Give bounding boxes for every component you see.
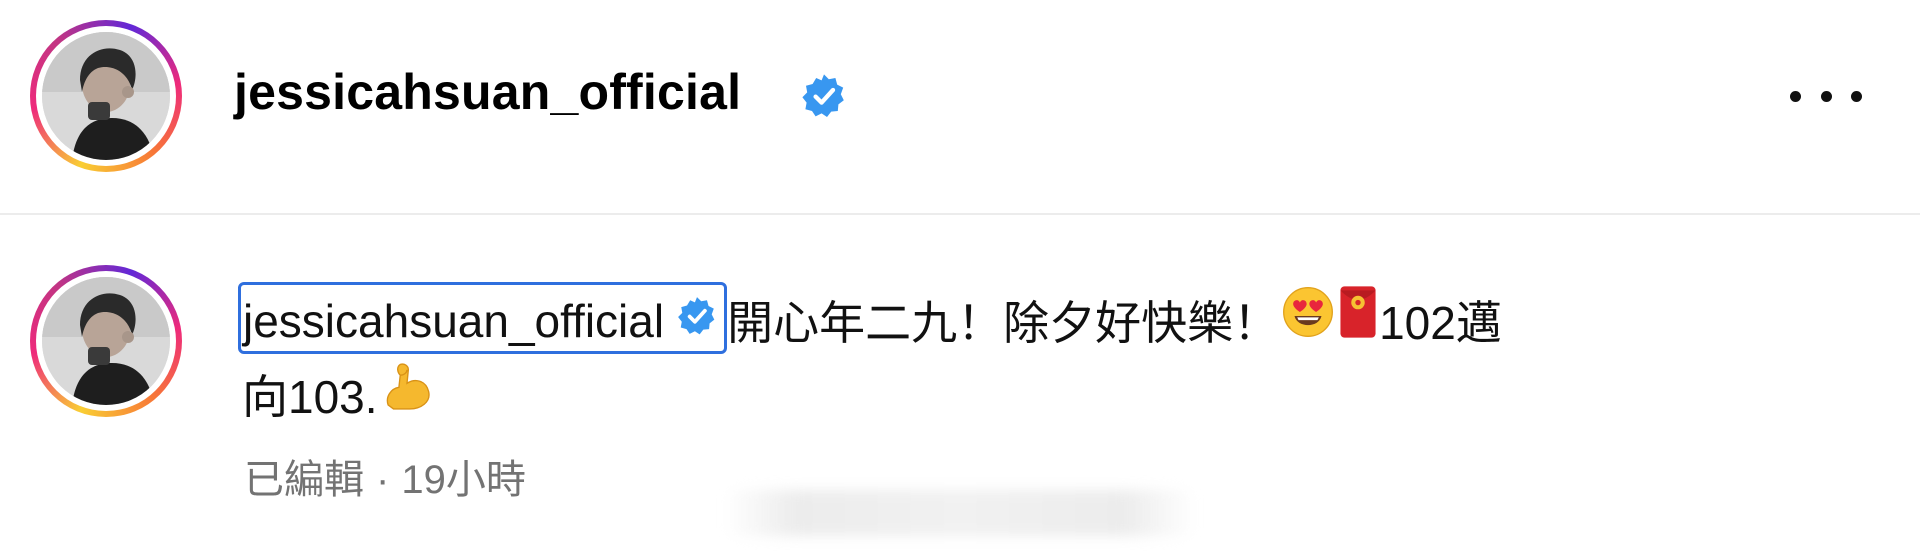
caption-text-1-tail: 102邁 xyxy=(1379,296,1502,349)
caption-author-avatar[interactable] xyxy=(30,265,182,417)
caption-line-2: 向103. xyxy=(242,356,1802,430)
blurred-watermark xyxy=(725,490,1195,536)
verified-badge-icon xyxy=(676,289,718,353)
verified-badge-icon xyxy=(800,72,848,125)
meta-separator: · xyxy=(376,458,390,502)
avatar-photo xyxy=(42,277,170,405)
caption-author-link[interactable]: jessicahsuan_official xyxy=(238,282,728,354)
post-meta: 已編輯 · 19小時 xyxy=(244,450,526,510)
caption-text-1: 開心年二九！除夕好快樂！ xyxy=(727,296,1280,349)
header-username[interactable]: jessicahsuan_official xyxy=(234,62,741,122)
caption-line-1: jessicahsuan_official 開心年二九！除夕好快樂！ 102邁 xyxy=(238,282,1802,356)
red-envelope-icon xyxy=(1339,285,1377,360)
header-divider xyxy=(0,213,1920,215)
avatar-photo xyxy=(42,32,170,160)
flexed-biceps-icon xyxy=(380,359,434,434)
profile-avatar[interactable] xyxy=(30,20,182,172)
more-options-button[interactable] xyxy=(1790,78,1862,114)
post-timestamp[interactable]: 19小時 xyxy=(401,458,526,502)
post-caption: jessicahsuan_official 開心年二九！除夕好快樂！ 102邁 向… xyxy=(238,282,1802,430)
post-header: jessicahsuan_official xyxy=(0,0,1920,214)
more-options-icon xyxy=(1790,90,1801,102)
caption-text-2: 向103. xyxy=(242,370,378,423)
caption-author-name: jessicahsuan_official xyxy=(243,294,665,347)
instagram-post-panel: jessicahsuan_official jessicahsuan_offic… xyxy=(0,0,1920,553)
edited-label: 已編輯 xyxy=(244,458,364,502)
smiling-face-with-heart-eyes-icon xyxy=(1281,285,1335,360)
